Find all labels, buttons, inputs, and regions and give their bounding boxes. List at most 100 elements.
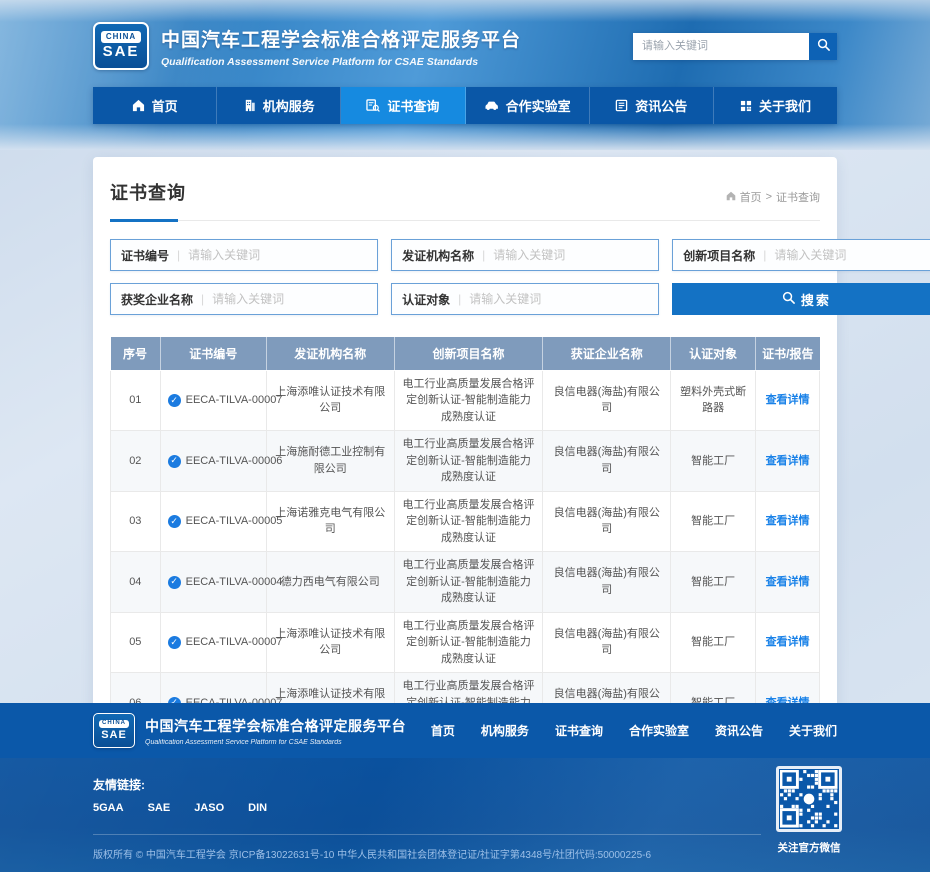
certificate-number-text: EECA-TILVA-00007 [186,392,283,409]
field-awarded-company: 获奖企业名称| [110,283,378,315]
certificate-search-icon [366,99,380,112]
certificate-table-body: 01✓EECA-TILVA-00007上海添唯认证技术有限公司电工行业高质量发展… [111,370,820,733]
view-detail-link[interactable]: 查看详情 [766,576,810,588]
footer-nav-link[interactable]: 首页 [431,722,455,739]
certificate-report-cell: 查看详情 [756,431,820,492]
footer-nav-link[interactable]: 关于我们 [789,722,837,739]
project-name-cell: 电工行业高质量发展合格评定创新认证-智能制造能力成熟度认证 [394,431,543,492]
certification-object-cell: 智能工厂 [671,431,756,492]
logo-sae-text: SAE [103,44,140,61]
friend-link[interactable]: SAE [148,802,171,814]
header-search-input[interactable] [633,33,809,60]
col-issuer-name: 发证机构名称 [266,337,394,370]
footer-nav-link[interactable]: 合作实验室 [629,722,689,739]
check-badge-icon: ✓ [168,455,181,468]
certificate-number-cell: ✓EECA-TILVA-00007 [160,370,266,431]
field-label: 发证机构名称 [402,247,474,264]
row-index: 04 [111,552,161,613]
friend-links-label: 友情链接: [93,776,145,793]
header-search [633,33,837,60]
copyright-text: 版权所有 © 中国汽车工程学会 京ICP备13022631号-10 中华人民共和… [93,846,651,861]
field-label: 获奖企业名称 [121,291,193,308]
certification-object-cell: 智能工厂 [671,491,756,552]
col-company-name: 获证企业名称 [543,337,671,370]
field-project-name: 创新项目名称| [672,239,930,271]
main-nav: 首页 机构服务 证书查询 合作实验室 资讯公告 关于我们 [93,87,837,124]
footer-divider [93,834,761,835]
issuer-name-cell: 上海施耐德工业控制有限公司 [266,431,394,492]
company-name-cell: 良信电器(海盐)有限公司 [543,491,671,552]
footer-nav-link[interactable]: 资讯公告 [715,722,763,739]
certificate-number-text: EECA-TILVA-00007 [186,634,283,651]
project-name-input[interactable] [774,248,929,262]
breadcrumb: 首页 > 证书查询 [726,189,820,205]
footer-nav: 首页 机构服务 证书查询 合作实验室 资讯公告 关于我们 [431,722,837,739]
logo-china-text: CHINA [99,720,129,727]
row-index: 02 [111,431,161,492]
search-icon [782,291,795,307]
csae-logo-footer: CHINA SAE [93,713,135,748]
friend-link[interactable]: DIN [248,802,267,814]
nav-label: 资讯公告 [635,96,687,115]
certificate-number-cell: ✓EECA-TILVA-00007 [160,612,266,673]
field-label: 认证对象 [402,291,450,308]
awarded-company-input[interactable] [212,292,367,306]
check-badge-icon: ✓ [168,636,181,649]
certification-object-cell: 智能工厂 [671,552,756,613]
col-certificate-report: 证书/报告 [756,337,820,370]
search-button-label: 搜索 [801,290,831,309]
col-project-name: 创新项目名称 [394,337,543,370]
field-certificate-number: 证书编号| [110,239,378,271]
certification-object-input[interactable] [469,292,648,306]
view-detail-link[interactable]: 查看详情 [766,455,810,467]
nav-item-labs[interactable]: 合作实验室 [466,87,590,124]
title-accent-bar [110,219,178,222]
view-detail-link[interactable]: 查看详情 [766,394,810,406]
logo-sae-text: SAE [101,729,127,741]
home-icon [726,191,736,204]
view-detail-link[interactable]: 查看详情 [766,636,810,648]
nav-label: 关于我们 [759,96,811,115]
friend-link[interactable]: 5GAA [93,802,124,814]
nav-item-news[interactable]: 资讯公告 [590,87,714,124]
certificate-number-input[interactable] [188,248,367,262]
breadcrumb-home-link[interactable]: 首页 [740,189,762,205]
certificate-number-text: EECA-TILVA-00005 [186,513,283,530]
logo-china-text: CHINA [101,31,141,43]
nav-label: 机构服务 [263,96,315,115]
nav-item-about[interactable]: 关于我们 [714,87,837,124]
footer-site-subtitle: Qualification Assessment Service Platfor… [145,739,406,746]
company-name-cell: 良信电器(海盐)有限公司 [543,552,671,613]
certification-object-cell: 塑料外壳式断路器 [671,370,756,431]
breadcrumb-separator: > [766,191,772,203]
table-row: 02✓EECA-TILVA-00006上海施耐德工业控制有限公司电工行业高质量发… [111,431,820,492]
certificate-report-cell: 查看详情 [756,370,820,431]
field-issuer-name: 发证机构名称| [391,239,659,271]
certificate-number-cell: ✓EECA-TILVA-00006 [160,431,266,492]
friend-link[interactable]: JASO [194,802,224,814]
footer-nav-link[interactable]: 机构服务 [481,722,529,739]
check-badge-icon: ✓ [168,394,181,407]
issuer-name-input[interactable] [493,248,648,262]
nav-label: 首页 [152,96,178,115]
qr-code-label: 关注官方微信 [771,840,847,855]
nav-item-certificate-query[interactable]: 证书查询 [341,87,465,124]
footer-nav-link[interactable]: 证书查询 [555,722,603,739]
search-submit-button[interactable]: 搜索 [672,283,930,315]
company-name-cell: 良信电器(海盐)有限公司 [543,370,671,431]
view-detail-link[interactable]: 查看详情 [766,515,810,527]
row-index: 05 [111,612,161,673]
nav-item-services[interactable]: 机构服务 [217,87,341,124]
header-search-button[interactable] [809,33,837,60]
field-label: 创新项目名称 [683,247,755,264]
row-index: 03 [111,491,161,552]
certificate-number-text: EECA-TILVA-00006 [186,453,283,470]
building-icon [243,99,256,112]
wechat-qr-code [776,766,842,832]
friend-links: 5GAA SAE JASO DIN [93,802,267,814]
col-index: 序号 [111,337,161,370]
nav-item-home[interactable]: 首页 [93,87,217,124]
content-card: 证书查询 首页 > 证书查询 证书编号| 发证机构名称| 创新项目名称| 获奖企… [93,157,837,774]
company-name-cell: 良信电器(海盐)有限公司 [543,612,671,673]
site-subtitle: Qualification Assessment Service Platfor… [161,56,521,68]
